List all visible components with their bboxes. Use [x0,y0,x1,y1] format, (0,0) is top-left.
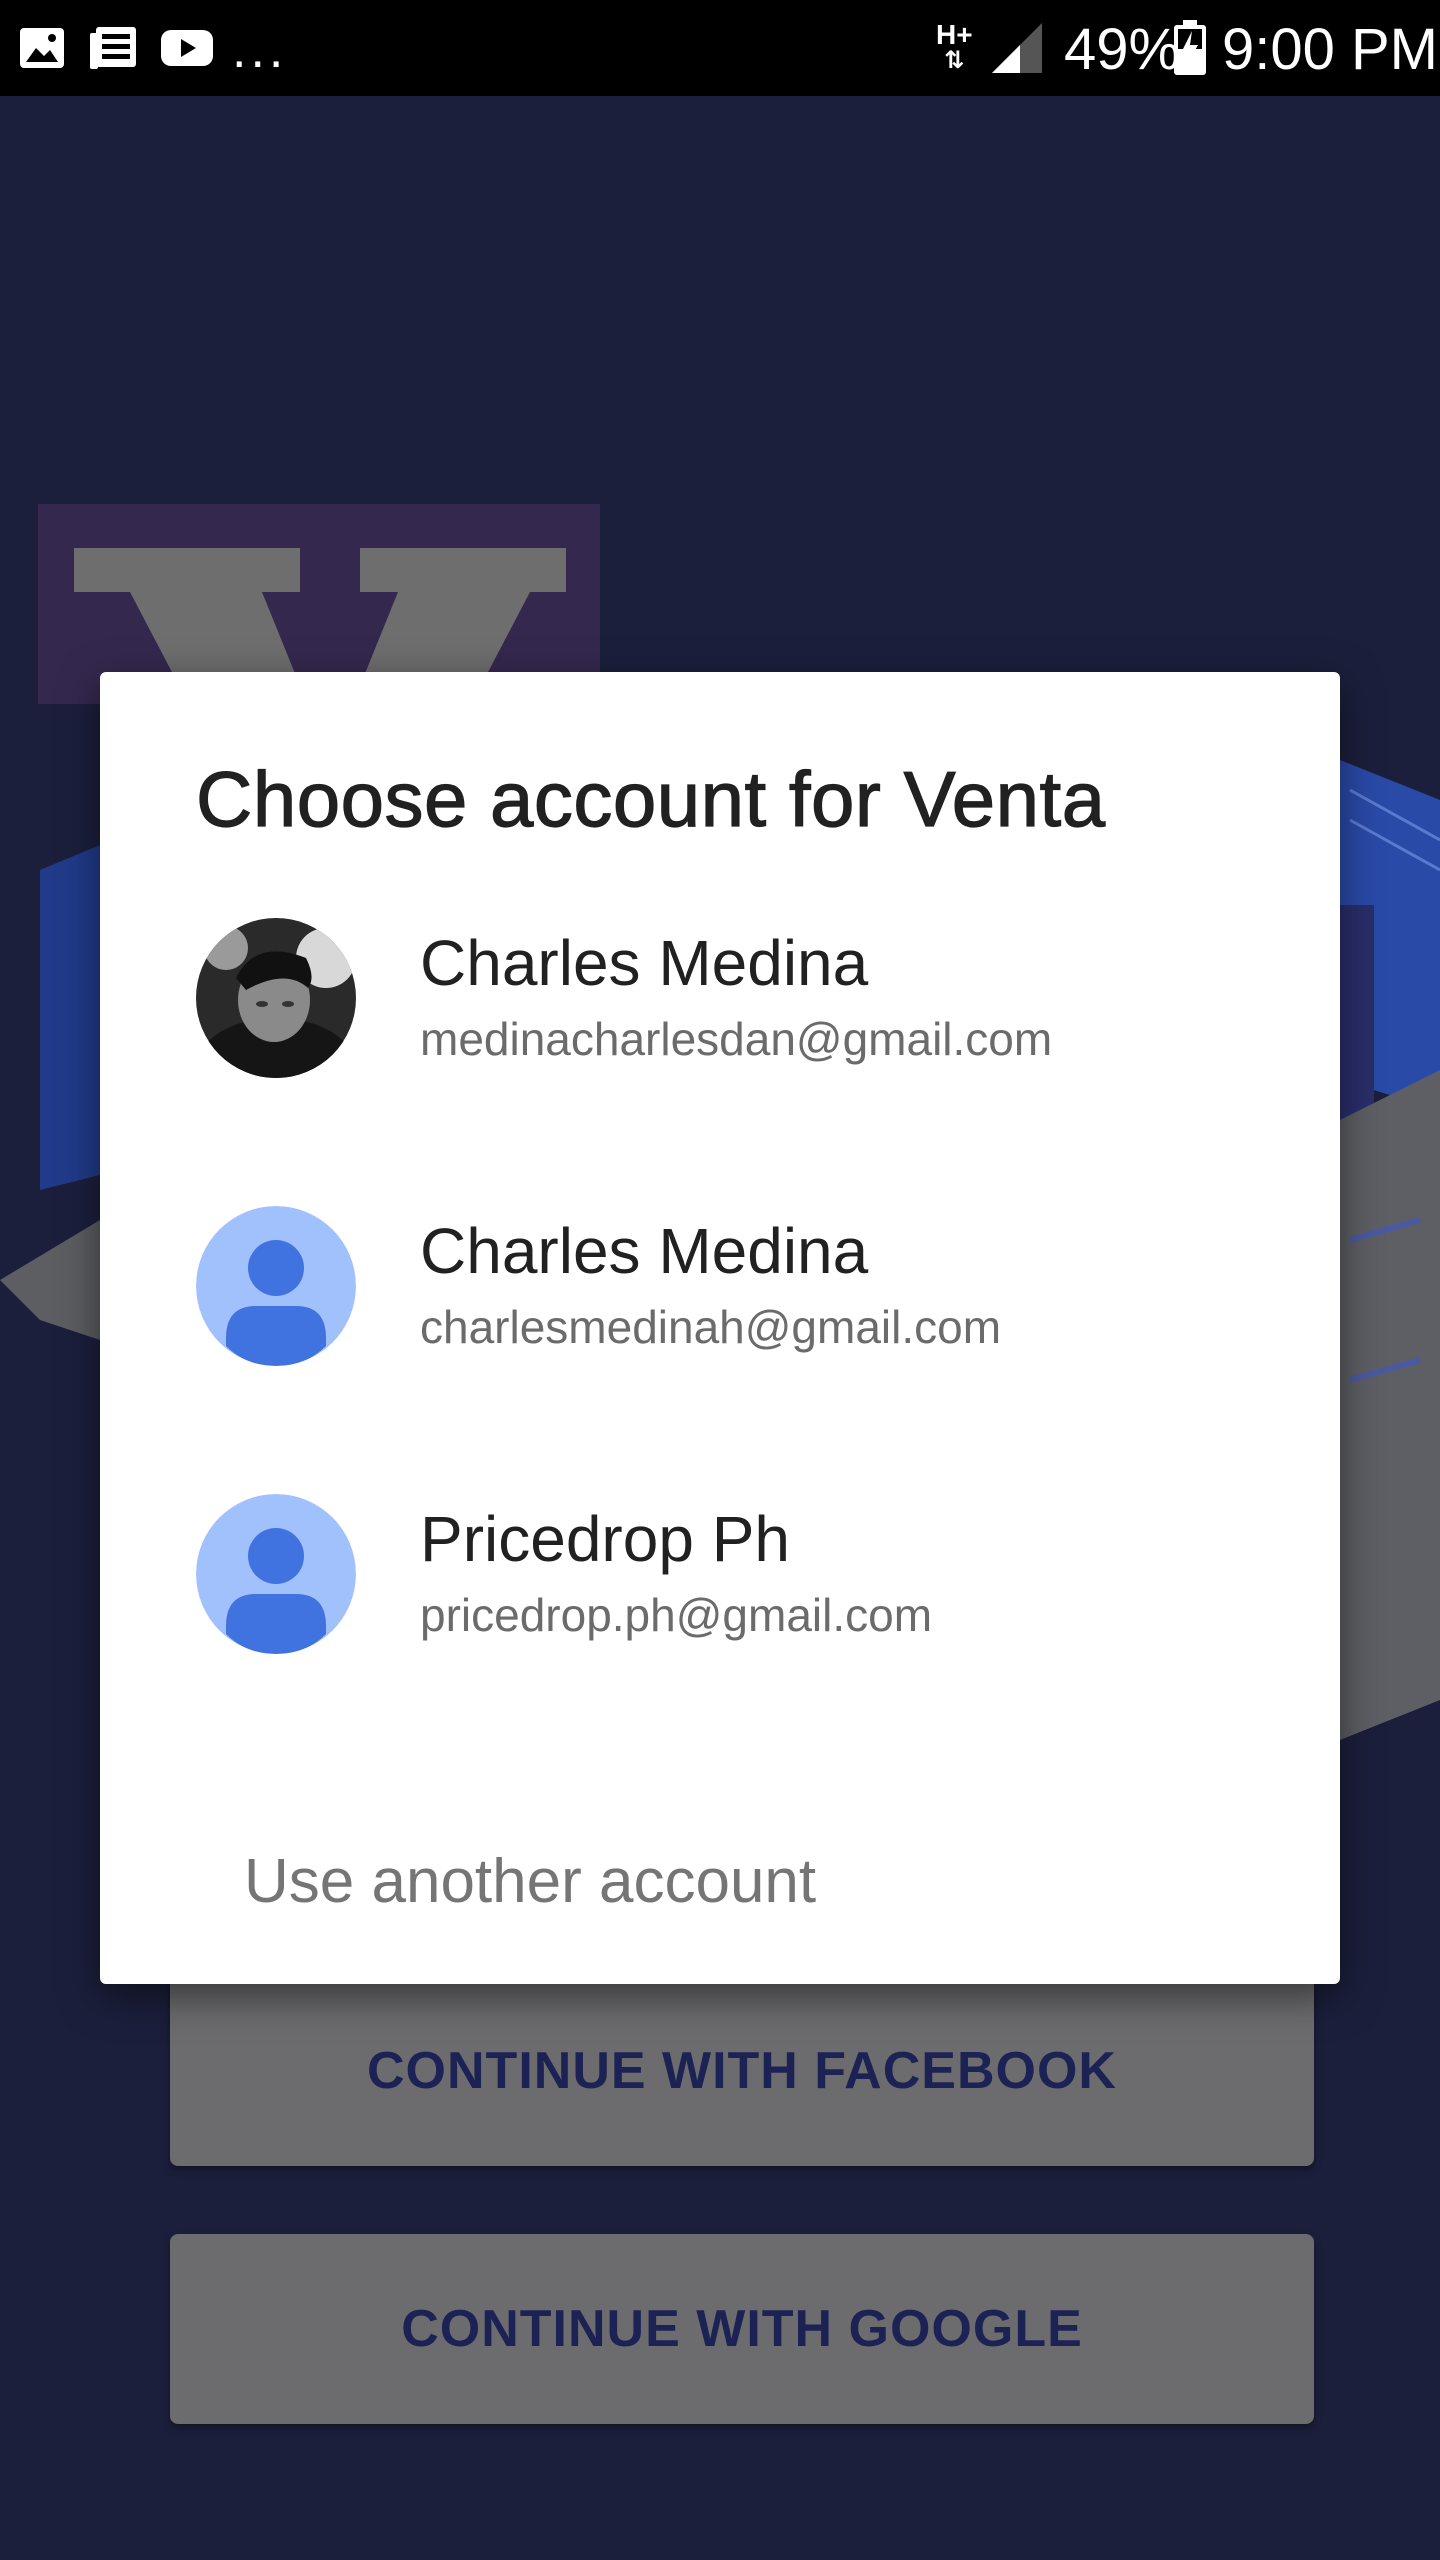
account-name: Charles Medina [420,927,869,999]
signal-icon [990,0,1044,96]
account-name: Charles Medina [420,1215,869,1287]
battery-percent: 49% [1064,17,1181,82]
choose-account-dialog: Choose account for Venta Charles Medina … [100,672,1340,1984]
continue-with-google-button[interactable]: CONTINUE WITH GOOGLE [170,2234,1314,2424]
dialog-title: Choose account for Venta [195,754,1106,843]
use-another-account-button[interactable]: Use another account [244,1822,1144,1942]
account-name: Pricedrop Ph [420,1503,790,1575]
status-bar: ... H+ ⇅ 49% 9:00 PM [0,0,1440,96]
account-email: medinacharlesdan@gmail.com [420,1013,1053,1065]
account-item-charlesmedinah[interactable]: Charles Medina charlesmedinah@gmail.com [100,1150,1340,1438]
battery-charging-icon [1172,0,1208,96]
continue-with-facebook-label: CONTINUE WITH FACEBOOK [367,2042,1117,2100]
account-email: pricedrop.ph@gmail.com [420,1589,933,1641]
continue-with-facebook-button[interactable]: CONTINUE WITH FACEBOOK [170,1976,1314,2166]
default-avatar-icon [196,1206,356,1366]
avatar [196,918,356,1078]
clock: 9:00 PM [1222,17,1438,82]
default-avatar-icon [196,1494,356,1654]
account-item-pricedrop[interactable]: Pricedrop Ph pricedrop.ph@gmail.com [100,1438,1340,1726]
news-icon [88,0,138,96]
account-email: charlesmedinah@gmail.com [420,1301,1002,1353]
network-type-icon: H+ ⇅ [936,19,973,74]
continue-with-google-label: CONTINUE WITH GOOGLE [401,2300,1083,2358]
network-type-label: H+ [936,19,973,50]
image-icon [18,0,66,96]
youtube-icon [160,0,214,96]
more-notifications-indicator: ... [232,21,288,79]
account-item-medinacharlesdan[interactable]: Charles Medina medinacharlesdan@gmail.co… [100,862,1340,1150]
